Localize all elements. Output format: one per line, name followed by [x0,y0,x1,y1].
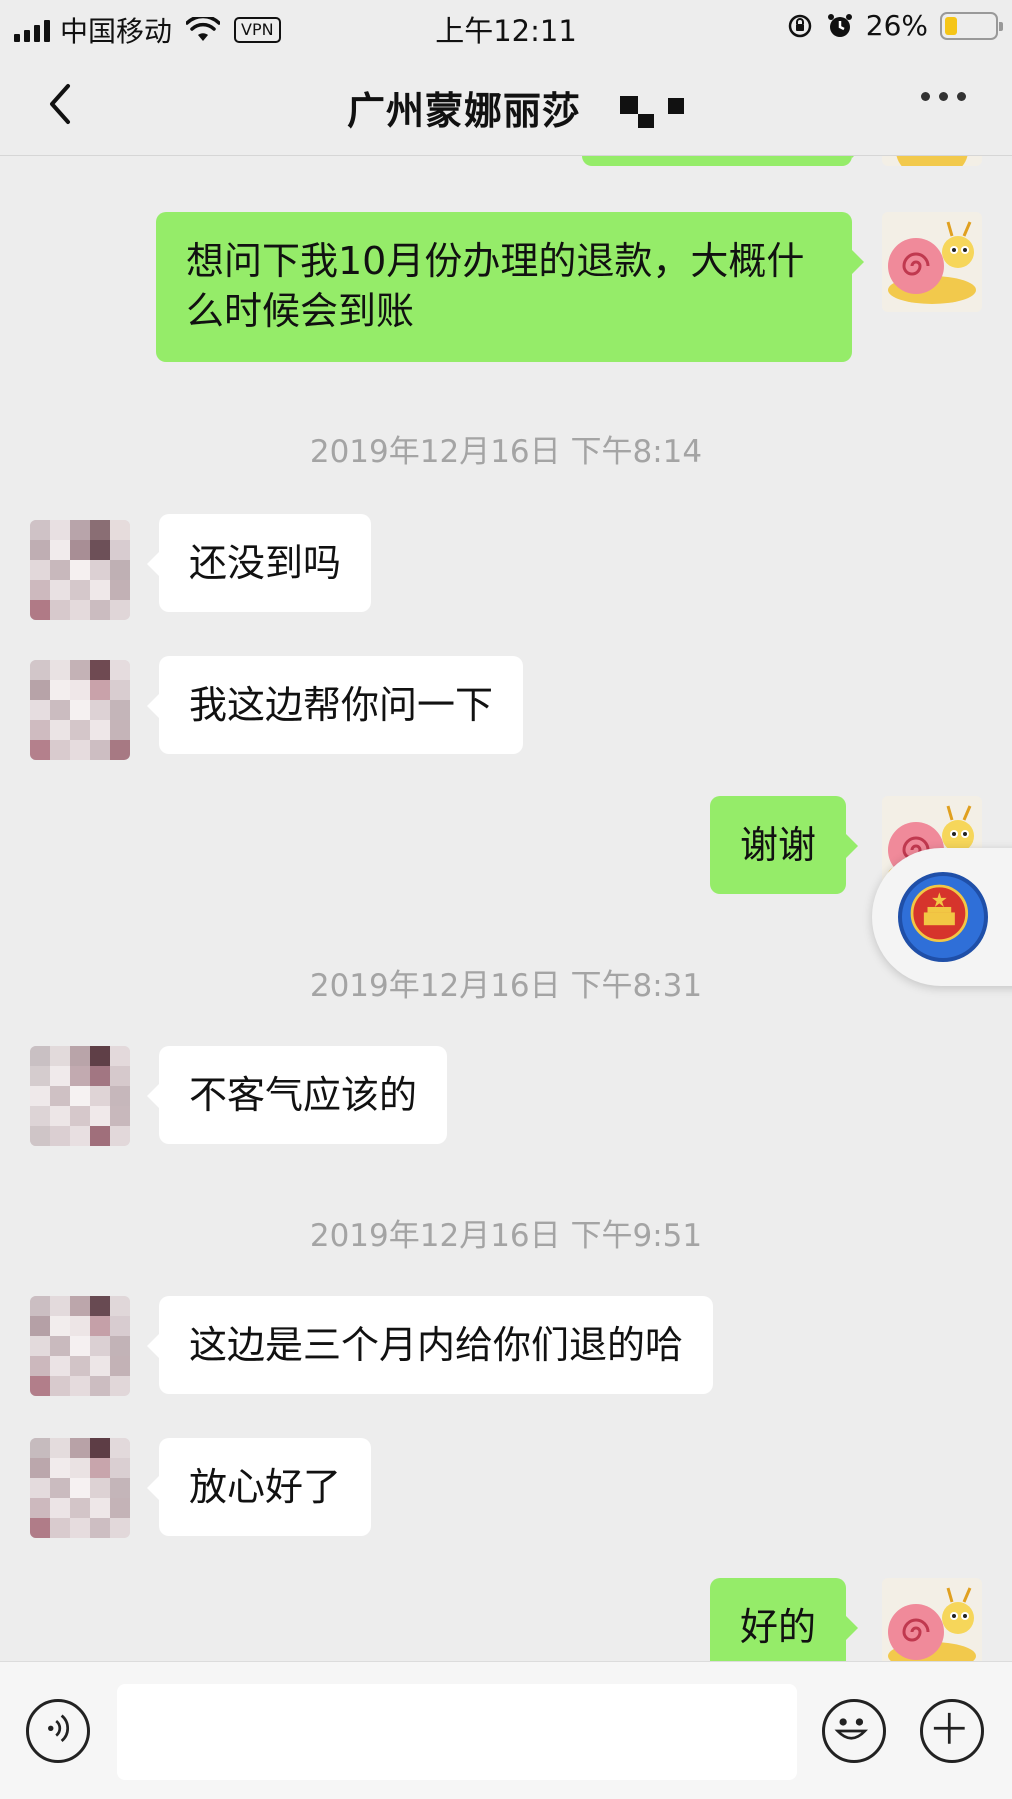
my-avatar[interactable] [882,156,982,166]
message-bubble-out[interactable]: 想问下我10月份办理的退款，大概什么时候会到账 [156,212,864,362]
message-bubble-out [582,156,864,166]
message-text: 我这边帮你问一下 [189,683,494,727]
emoji-icon[interactable] [822,1699,886,1763]
message-list[interactable]: 想问下我10月份办理的退款，大概什么时候会到账 2019年12月16日 下午8:… [0,156,1012,1661]
message-bubble-in[interactable]: 这边是三个月内给你们退的哈 [146,1296,714,1394]
chat-title: 广州蒙娜丽莎 [0,80,1012,135]
voice-icon[interactable] [26,1699,90,1763]
message-bubble-in[interactable]: 还没到吗 [146,514,372,612]
chat-header: 广州蒙娜丽莎 [0,52,1012,156]
battery-icon [940,11,1003,40]
pixelated-avatar [30,1046,130,1146]
message-bubble-in[interactable]: 我这边帮你问一下 [146,656,524,754]
message-text: 还没到吗 [189,541,342,585]
message-text: 放心好了 [189,1465,342,1509]
timestamp: 2019年12月16日 下午8:14 [309,434,703,470]
contact-avatar[interactable] [30,660,130,760]
message-bubble-in[interactable]: 不客气应该的 [146,1046,448,1144]
pixelated-avatar [30,1438,130,1538]
pixelated-avatar [30,520,130,620]
message-bubble-in[interactable]: 放心好了 [146,1438,372,1536]
contact-avatar[interactable] [30,1296,130,1396]
more-icon[interactable] [921,92,966,101]
floating-emblem-button[interactable] [872,848,1012,986]
battery-level [945,16,958,35]
national-emblem-icon [898,872,988,962]
input-bar [0,1661,1012,1799]
snail-avatar-icon [882,212,982,312]
message-bubble-out[interactable]: 好的 [710,1578,859,1661]
contact-avatar[interactable] [30,520,130,620]
message-input[interactable] [117,1684,797,1780]
contact-avatar[interactable] [30,1438,130,1538]
status-bar-right: 26% [786,9,1003,42]
timestamp: 2019年12月16日 下午9:51 [309,1218,703,1254]
message-text: 好的 [740,1605,817,1649]
message-text: 想问下我10月份办理的退款，大概什么时候会到账 [186,239,805,333]
status-bar: 中国移动 VPN 上午12:11 26% [0,0,1012,52]
orientation-lock-icon [788,14,812,37]
redaction-mark [638,114,654,128]
message-text: 这边是三个月内给你们退的哈 [189,1323,684,1367]
battery-percent: 26% [865,9,928,42]
timestamp: 2019年12月16日 下午8:31 [309,968,703,1004]
snail-avatar-icon [896,156,968,166]
redaction-mark [668,98,684,114]
message-text: 谢谢 [740,823,817,867]
redaction-mark [620,96,638,114]
my-avatar[interactable] [882,1578,982,1661]
pixelated-avatar [30,1296,130,1396]
snail-avatar-icon [882,1578,982,1661]
message-bubble-out[interactable]: 谢谢 [710,796,859,894]
plus-icon[interactable] [920,1699,984,1763]
message-text: 不客气应该的 [189,1073,418,1117]
pixelated-avatar [30,660,130,760]
alarm-icon [827,13,852,37]
chat-title-text: 广州蒙娜丽莎 [346,89,581,133]
contact-avatar[interactable] [30,1046,130,1146]
my-avatar[interactable] [882,212,982,312]
